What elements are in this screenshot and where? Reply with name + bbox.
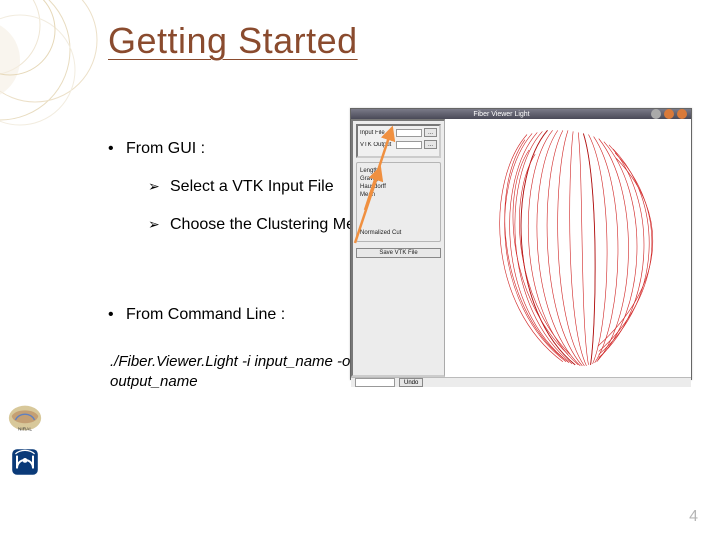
method-mean[interactable]: Mean [360,191,437,199]
footer-logos: NIRAL [6,402,52,490]
cmd-heading: From Command Line : [126,306,285,323]
undo-button[interactable]: Undo [399,378,423,387]
save-vtk-button[interactable]: Save VTK File [356,248,441,258]
status-dropdown[interactable] [355,378,395,387]
browse-button[interactable]: ... [424,128,437,137]
method-ncut[interactable]: Normalized Cut [360,229,437,237]
clustering-method-box: Length Gravity Hausdorff Mean Normalized… [356,162,441,242]
brain-logo-icon: NIRAL [6,402,44,434]
body-text: From GUI : Select a VTK Input File Choos… [108,140,388,391]
svg-text:NIRAL: NIRAL [18,426,32,432]
status-bar: Undo [351,377,691,387]
method-gravity[interactable]: Gravity [360,175,437,183]
window-maximize-icon[interactable] [664,109,674,119]
vtk-output-field[interactable] [396,141,422,149]
slide-title: Getting Started [108,20,358,62]
vtk-output-label: VTK Output [360,142,394,148]
bullet-from-gui: From GUI : Select a VTK Input File Choos… [108,140,388,234]
input-file-label: Input File [360,130,394,136]
fiber-canvas [445,119,691,377]
method-hausdorff[interactable]: Hausdorff [360,183,437,191]
gui-heading: From GUI : [126,140,205,157]
input-file-row: Input File ... [360,128,437,137]
side-panel: Input File ... VTK Output ... Length Gra… [351,119,445,377]
app-screenshot: Fiber Viewer Light Input File ... VTK Ou… [350,108,692,380]
vtk-output-row: VTK Output ... [360,140,437,149]
window-title: Fiber Viewer Light [355,111,648,118]
na-mic-logo-icon [6,446,44,478]
method-length[interactable]: Length [360,167,437,175]
app-body: Input File ... VTK Output ... Length Gra… [351,119,691,377]
command-line-example: ./Fiber.Viewer.Light -i input_name -o ou… [110,352,388,391]
bullet-from-cmd: From Command Line : [108,306,388,324]
input-file-field[interactable] [396,129,422,137]
slide-number: 4 [689,508,698,526]
window-minimize-icon[interactable] [651,109,661,119]
window-titlebar: Fiber Viewer Light [351,109,691,119]
window-close-icon[interactable] [677,109,687,119]
vtk-browse-button[interactable]: ... [424,140,437,149]
